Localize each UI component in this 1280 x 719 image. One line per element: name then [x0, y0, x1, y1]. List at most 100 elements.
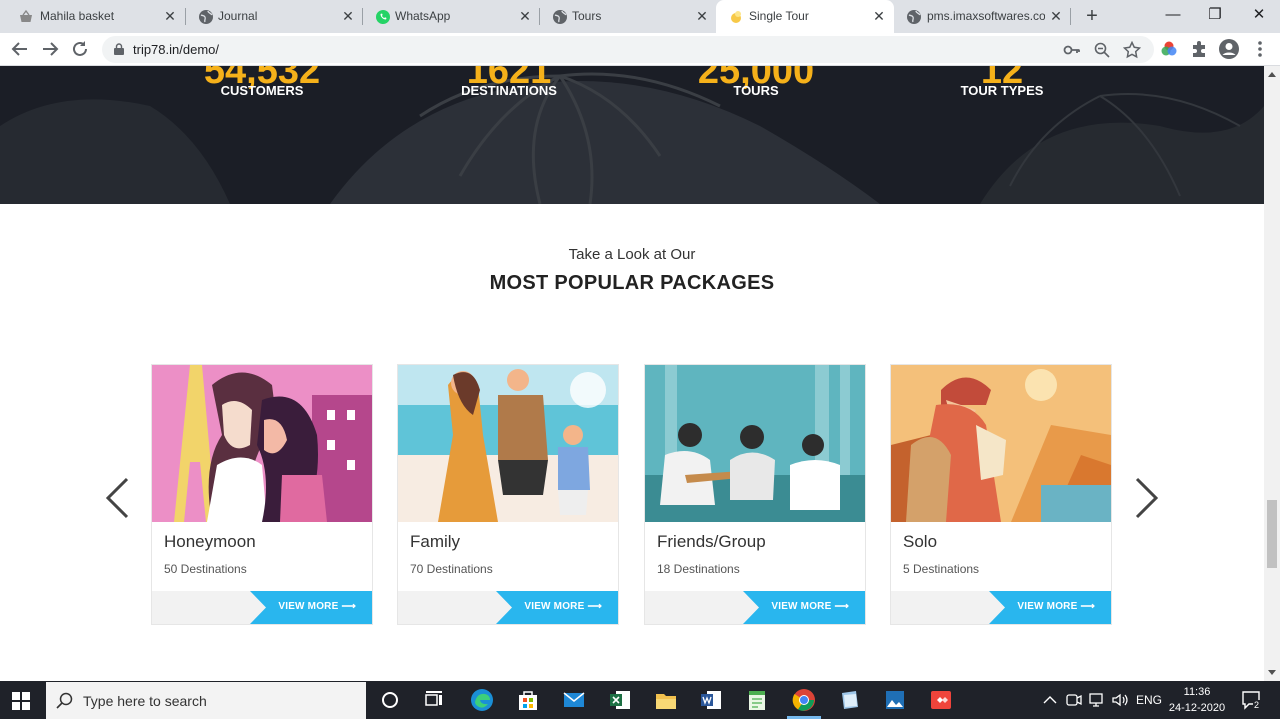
package-card-friends-group[interactable]: Friends/Group 18 Destinations VIEW MORE …: [644, 364, 866, 625]
package-destinations: 70 Destinations: [410, 562, 493, 576]
edge-icon[interactable]: [469, 687, 495, 713]
stat-label: TOUR TYPES: [960, 83, 1044, 98]
view-more-label: VIEW MORE ⟶: [1017, 601, 1095, 612]
bookmark-star-icon[interactable]: [1123, 41, 1141, 59]
close-window-button[interactable]: ✕: [1236, 4, 1280, 26]
basket-icon: [20, 9, 32, 22]
stat-label: CUSTOMERS: [220, 83, 304, 98]
color-extension-icon[interactable]: [1158, 38, 1180, 60]
url-text: trip78.in/demo/: [133, 42, 219, 57]
vertical-scrollbar[interactable]: [1264, 66, 1280, 681]
scroll-thumb[interactable]: [1267, 500, 1277, 568]
friends-group-illustration: [645, 365, 865, 522]
view-more-label: VIEW MORE ⟶: [771, 601, 849, 612]
view-more-button[interactable]: VIEW MORE ⟶: [743, 591, 865, 624]
carousel-prev-icon[interactable]: [103, 476, 133, 520]
task-view-icon[interactable]: [421, 687, 447, 713]
package-card-solo[interactable]: Solo 5 Destinations VIEW MORE ⟶: [890, 364, 1112, 625]
package-title: Friends/Group: [657, 532, 766, 551]
forward-icon[interactable]: [39, 38, 61, 60]
file-explorer-icon[interactable]: [653, 687, 679, 713]
close-icon[interactable]: ✕: [871, 8, 887, 24]
tab-title: Journal: [218, 9, 258, 23]
globe-icon: [553, 10, 567, 24]
tab-tours[interactable]: Tours ✕: [540, 0, 716, 33]
meet-now-icon[interactable]: [1064, 691, 1084, 709]
menu-dots-icon[interactable]: [1249, 38, 1271, 60]
scroll-down-icon[interactable]: [1268, 670, 1276, 675]
store-icon[interactable]: [515, 687, 541, 713]
view-more-label: VIEW MORE ⟶: [524, 601, 602, 612]
whatsapp-icon: [376, 10, 390, 24]
close-icon[interactable]: ✕: [162, 8, 178, 24]
package-destinations: 50 Destinations: [164, 562, 247, 576]
tab-title: Mahila basket: [40, 9, 115, 23]
volume-icon[interactable]: [1110, 691, 1130, 709]
page-content: 54,532 CUSTOMERS 1621 DESTINATIONS 25,00…: [0, 66, 1264, 681]
package-card-honeymoon[interactable]: Honeymoon 50 Destinations VIEW MORE ⟶: [151, 364, 373, 625]
tab-title: Single Tour: [749, 9, 809, 23]
word-icon[interactable]: [698, 687, 724, 713]
package-destinations: 5 Destinations: [903, 562, 980, 576]
new-tab-button[interactable]: +: [1082, 6, 1102, 26]
stat-label: TOURS: [733, 83, 779, 98]
package-title: Honeymoon: [164, 532, 256, 551]
photos-icon[interactable]: [882, 687, 908, 713]
network-icon[interactable]: [1087, 691, 1107, 709]
card-footer: VIEW MORE ⟶: [398, 591, 618, 624]
restore-button[interactable]: ❐: [1192, 4, 1238, 26]
card-footer: VIEW MORE ⟶: [645, 591, 865, 624]
package-card-family[interactable]: Family 70 Destinations VIEW MORE ⟶: [397, 364, 619, 625]
tab-journal[interactable]: Journal ✕: [186, 0, 362, 33]
profile-avatar-icon[interactable]: [1218, 38, 1240, 60]
stat-label: DESTINATIONS: [461, 83, 557, 98]
anydesk-icon[interactable]: [928, 687, 954, 713]
language-indicator[interactable]: ENG: [1136, 693, 1162, 707]
cortana-icon[interactable]: [377, 687, 403, 713]
view-more-button[interactable]: VIEW MORE ⟶: [496, 591, 618, 624]
stats-banner: 54,532 CUSTOMERS 1621 DESTINATIONS 25,00…: [0, 66, 1264, 204]
reload-icon[interactable]: [69, 38, 91, 60]
view-more-label: VIEW MORE ⟶: [278, 601, 356, 612]
view-more-button[interactable]: VIEW MORE ⟶: [250, 591, 372, 624]
chevron-up-icon[interactable]: [1040, 691, 1060, 709]
zoom-icon[interactable]: [1093, 41, 1111, 59]
solo-traveler-illustration: [891, 365, 1111, 522]
chrome-icon[interactable]: [791, 687, 817, 713]
tab-mahila-basket[interactable]: Mahila basket ✕: [0, 0, 185, 33]
package-destinations: 18 Destinations: [657, 562, 740, 576]
close-icon[interactable]: ✕: [1048, 8, 1064, 24]
taskbar-search[interactable]: Type here to search: [46, 682, 366, 719]
back-icon[interactable]: [9, 38, 31, 60]
notes-app-icon[interactable]: [744, 687, 770, 713]
card-footer: VIEW MORE ⟶: [891, 591, 1111, 624]
close-icon[interactable]: ✕: [340, 8, 356, 24]
sun-icon: [731, 11, 741, 23]
windows-start-icon[interactable]: [12, 692, 30, 710]
section-title: MOST POPULAR PACKAGES: [489, 272, 775, 294]
excel-icon[interactable]: [607, 687, 633, 713]
mail-icon[interactable]: [561, 687, 587, 713]
close-icon[interactable]: ✕: [694, 8, 710, 24]
notification-count: 2: [1253, 700, 1261, 710]
view-more-button[interactable]: VIEW MORE ⟶: [989, 591, 1111, 624]
tab-single-tour[interactable]: Single Tour ✕: [716, 0, 894, 33]
tab-pms[interactable]: pms.imaxsoftwares.com ✕: [894, 0, 1070, 33]
extensions-puzzle-icon[interactable]: [1188, 38, 1210, 60]
address-bar[interactable]: trip78.in/demo/: [102, 36, 1154, 63]
sticky-app-icon[interactable]: [837, 687, 863, 713]
search-placeholder: Type here to search: [83, 693, 207, 709]
clock-time: 11:36: [1183, 686, 1211, 698]
taskbar-clock[interactable]: 11:36 24-12-2020: [1164, 684, 1230, 716]
key-icon[interactable]: [1063, 41, 1081, 59]
tab-title: pms.imaxsoftwares.com: [927, 9, 1045, 23]
scroll-up-icon[interactable]: [1268, 72, 1276, 77]
minimize-button[interactable]: —: [1150, 4, 1196, 26]
card-footer: VIEW MORE ⟶: [152, 591, 372, 624]
close-icon[interactable]: ✕: [517, 8, 533, 24]
package-title: Family: [410, 532, 461, 551]
globe-icon: [907, 10, 921, 24]
tab-whatsapp[interactable]: WhatsApp ✕: [363, 0, 539, 33]
search-icon: [56, 692, 73, 709]
carousel-next-icon[interactable]: [1131, 476, 1161, 520]
